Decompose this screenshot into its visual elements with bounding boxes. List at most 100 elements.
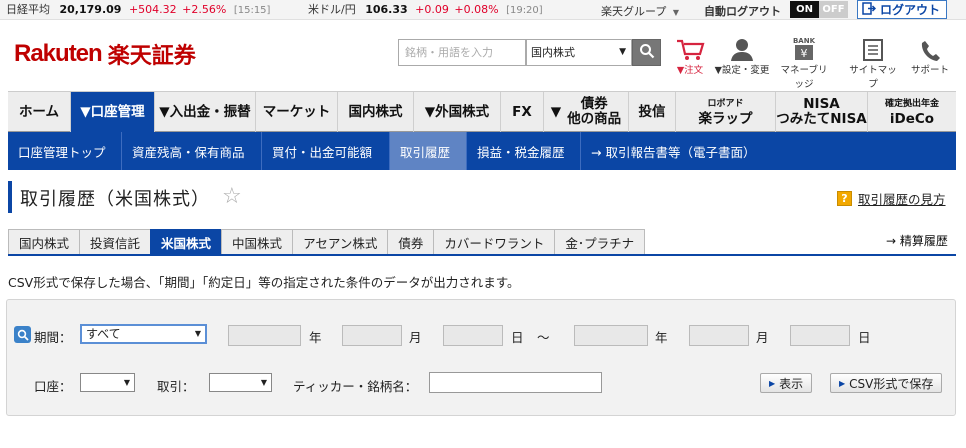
chevron-down-icon: ▼ (619, 47, 626, 57)
from-day-input[interactable] (443, 325, 503, 346)
to-month-input[interactable] (689, 325, 749, 346)
day-label: 日 (858, 330, 871, 345)
support-link[interactable]: サポート (902, 36, 958, 78)
nav-nisa-line2: つみたてNISA (776, 111, 867, 127)
chevron-down-icon: ▼ (672, 8, 679, 17)
from-month-input[interactable] (342, 325, 402, 346)
range-tilde: ～ (537, 330, 550, 345)
nav-nisa-line1: NISA (803, 96, 840, 112)
subnav-account-top[interactable]: 口座管理トップ (8, 132, 122, 170)
logout-icon (862, 1, 877, 18)
svg-text:BANK: BANK (793, 37, 816, 45)
page-title: 取引履歴（米国株式） (20, 189, 210, 210)
nav-bonds-other[interactable]: ▼ 債券 他の商品 (544, 92, 629, 132)
group-label: 楽天グループ (601, 5, 667, 18)
sitemap-icon (845, 36, 901, 62)
help-link[interactable]: ? 取引履歴の見方 (837, 189, 946, 208)
tab-covered-warrant[interactable]: カバードワラント (433, 229, 556, 255)
nav-foreign-stock[interactable]: ▼外国株式 (414, 92, 501, 132)
tab-gold-platinum[interactable]: 金･プラチナ (554, 229, 646, 255)
nav-account[interactable]: ▼口座管理 (71, 92, 155, 132)
nav-rakuwrap-label: 楽ラップ (698, 111, 753, 127)
nav-domestic-stock[interactable]: 国内株式 (338, 92, 414, 132)
show-button[interactable]: ▶ 表示 (760, 373, 813, 393)
to-day-input[interactable] (790, 325, 850, 346)
csv-save-button[interactable]: ▶ CSV形式で保存 (830, 373, 943, 393)
tab-china-stock[interactable]: 中国株式 (221, 229, 294, 255)
account-label: 口座： (34, 379, 72, 394)
nav-bonds-arrow: ▼ (550, 103, 562, 120)
toggle-off[interactable]: OFF (819, 1, 848, 18)
sitemap-link[interactable]: サイトマップ (845, 36, 901, 90)
order-menu[interactable]: ▼注文 (662, 36, 718, 78)
logo-jp: 楽天証券 (107, 44, 196, 69)
trade-select[interactable]: ▼ (209, 373, 272, 392)
period-select[interactable]: すべて ▼ (80, 324, 207, 344)
search-icon (14, 326, 31, 343)
product-tabs: 国内株式 投資信託 米国株式 中国株式 アセアン株式 債券 カバードワラント 金… (8, 229, 646, 255)
account-subnav: 口座管理トップ 資産残高・保有商品 買付・出金可能額 取引履歴 損益・税金履歴 … (8, 132, 956, 170)
search-input[interactable]: 銘柄・用語を入力 (398, 39, 526, 66)
year-label: 年 (655, 330, 668, 345)
phone-icon (902, 36, 958, 62)
nav-ideco-small: 確定拠出年金 (884, 99, 939, 109)
toggle-on[interactable]: ON (790, 1, 819, 18)
subnav-available[interactable]: 買付・出金可能額 (262, 132, 390, 170)
nav-nisa[interactable]: NISA つみたてNISA (776, 92, 868, 132)
ticker-value: 106.33 (365, 3, 408, 16)
to-year-input[interactable] (574, 325, 648, 346)
tab-bonds[interactable]: 債券 (387, 229, 435, 255)
ticker-input[interactable] (429, 372, 602, 393)
rakuten-group-menu[interactable]: 楽天グループ ▼ (601, 3, 679, 19)
nav-home[interactable]: ホーム (8, 92, 71, 132)
chevron-down-icon: ▼ (194, 329, 201, 338)
rakuten-logo[interactable]: Rakuten 楽天証券 (14, 36, 196, 72)
play-icon: ▶ (839, 378, 846, 388)
subnav-trade-history[interactable]: 取引履歴 (390, 132, 467, 170)
title-accent (8, 181, 12, 213)
trade-label: 取引： (157, 379, 195, 394)
ticker-change: +0.09 (415, 3, 449, 16)
auto-logout-toggle[interactable]: ON OFF (790, 1, 848, 18)
logout-button[interactable]: ログアウト (857, 0, 947, 19)
ticker-label: ティッカー・銘柄名： (293, 379, 418, 394)
subnav-reports[interactable]: → 取引報告書等（電子書面） (581, 132, 777, 170)
nav-deposit-transfer[interactable]: ▼入出金・振替 (155, 92, 256, 132)
subnav-pl-tax[interactable]: 損益・税金履歴 (467, 132, 581, 170)
moneybridge-link[interactable]: BANK ¥ マネーブリッジ (776, 36, 832, 90)
settings-label: ▼設定・変更 (714, 65, 770, 76)
user-icon (714, 36, 770, 62)
ticker-pct: +0.08% (454, 3, 499, 16)
subnav-balance[interactable]: 資産残高・保有商品 (122, 132, 262, 170)
nav-ideco-label: iDeCo (889, 111, 935, 127)
help-icon: ? (837, 191, 852, 206)
ticker-nikkei[interactable]: 日経平均 20,179.09 +504.32 +2.56% [15:15] (6, 3, 270, 17)
market-ticker-bar: 日経平均 20,179.09 +504.32 +2.56% [15:15] 米ド… (0, 0, 966, 20)
ticker-change: +504.32 (128, 3, 177, 16)
tab-investment-trust[interactable]: 投資信託 (79, 229, 152, 255)
sitemap-label: サイトマップ (849, 65, 897, 90)
market-select-value: 国内株式 (531, 46, 575, 59)
account-select[interactable]: ▼ (80, 373, 135, 392)
search-button[interactable] (632, 39, 661, 66)
period-label: 期間： (34, 330, 72, 345)
nav-bonds-label: 債券 他の商品 (567, 96, 622, 127)
nav-rakuwrap[interactable]: ロボアド 楽ラップ (676, 92, 776, 132)
tab-domestic-stock[interactable]: 国内株式 (8, 229, 81, 255)
show-button-label: 表示 (779, 376, 804, 391)
nav-market[interactable]: マーケット (256, 92, 338, 132)
nav-funds[interactable]: 投信 (629, 92, 676, 132)
nav-rakuwrap-small: ロボアド (707, 99, 744, 109)
market-select[interactable]: 国内株式 ▼ (526, 39, 632, 66)
nav-ideco[interactable]: 確定拠出年金 iDeCo (868, 92, 956, 132)
chevron-down-icon: ▼ (123, 378, 130, 387)
star-icon[interactable]: ☆ (222, 184, 242, 209)
play-icon: ▶ (769, 378, 776, 388)
from-year-input[interactable] (228, 325, 301, 346)
nav-fx[interactable]: FX (501, 92, 544, 132)
tab-us-stock[interactable]: 米国株式 (150, 229, 223, 255)
settlement-history-link[interactable]: → 精算履歴 (886, 232, 948, 249)
tab-asean-stock[interactable]: アセアン株式 (292, 229, 389, 255)
settings-menu[interactable]: ▼設定・変更 (714, 36, 770, 78)
ticker-usdjpy[interactable]: 米ドル/円 106.33 +0.09 +0.08% [19:20] (308, 3, 543, 17)
